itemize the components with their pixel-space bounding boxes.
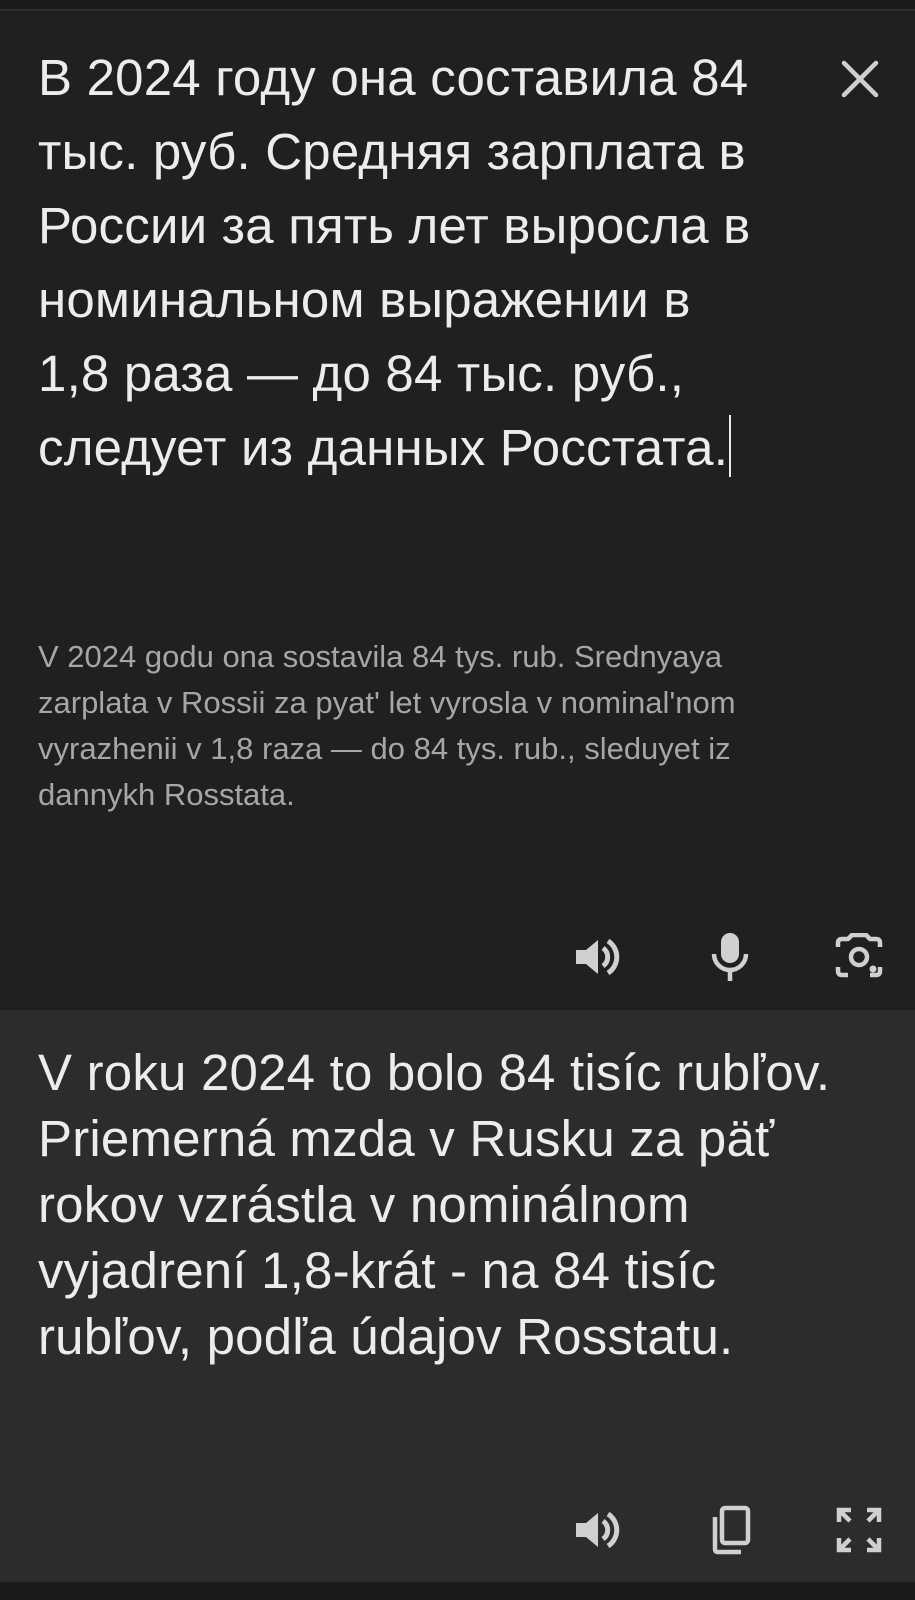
- top-divider: [0, 0, 915, 11]
- listen-translation-button[interactable]: [567, 1500, 627, 1560]
- source-text-input[interactable]: В 2024 году она составила 84 тыс. руб. С…: [38, 41, 758, 485]
- fullscreen-button[interactable]: [829, 1500, 889, 1560]
- speaker-icon: [573, 1506, 621, 1554]
- listen-source-button[interactable]: [567, 927, 627, 987]
- translation-text[interactable]: V roku 2024 to bolo 84 tisíc rubľov. Pri…: [38, 1040, 878, 1370]
- source-panel: В 2024 году она составила 84 тыс. руб. С…: [0, 11, 915, 1010]
- clear-text-button[interactable]: [836, 55, 884, 103]
- fullscreen-icon: [835, 1506, 883, 1554]
- close-icon: [840, 59, 880, 99]
- copy-translation-button[interactable]: [700, 1500, 760, 1560]
- camera-input-button[interactable]: [829, 927, 889, 987]
- camera-icon: [834, 933, 884, 981]
- source-text: В 2024 году она составила 84 тыс. руб. С…: [38, 49, 751, 476]
- transliteration-text: V 2024 godu ona sostavila 84 tys. rub. S…: [38, 639, 736, 812]
- speaker-icon: [573, 933, 621, 981]
- voice-input-button[interactable]: [700, 927, 760, 987]
- copy-icon: [707, 1505, 753, 1555]
- microphone-icon: [706, 931, 754, 983]
- translation-panel: V roku 2024 to bolo 84 tisíc rubľov. Pri…: [0, 1010, 915, 1582]
- bottom-bar: [0, 1582, 915, 1600]
- text-cursor: [729, 415, 732, 477]
